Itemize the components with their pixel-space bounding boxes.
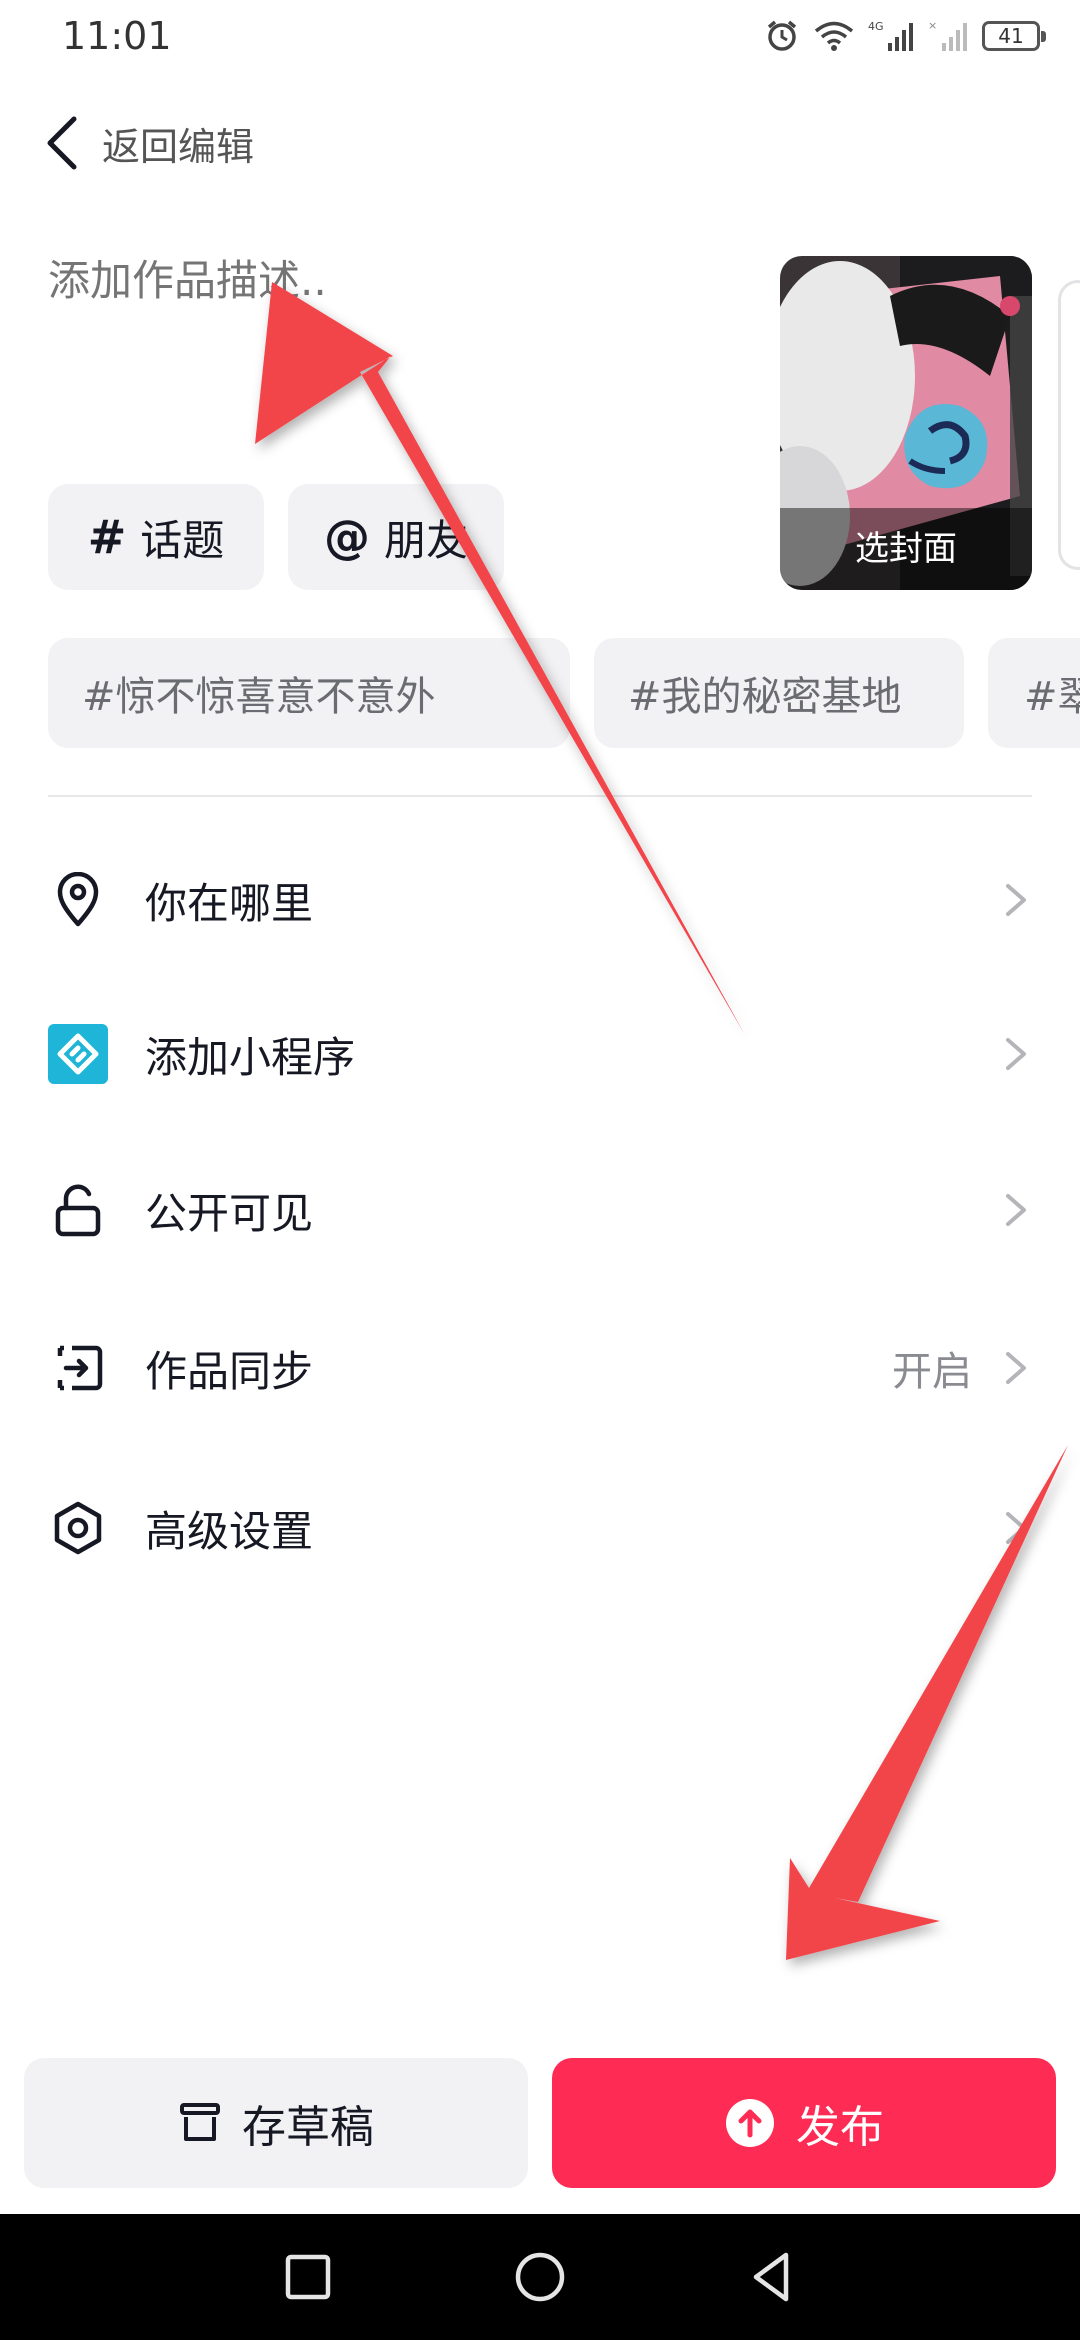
at-icon: @	[323, 510, 370, 564]
tag-suggestion-label: #我的秘密基地	[628, 674, 902, 720]
tag-suggestion-label: #惊不惊喜意不意外	[82, 674, 436, 720]
tag-suggestion-label: #翠	[1024, 674, 1080, 720]
divider	[48, 795, 1032, 797]
menu-item-mini-program[interactable]: 添加小程序	[0, 994, 1080, 1114]
hashtag-icon: #	[87, 510, 127, 564]
location-pin-icon	[48, 870, 108, 930]
menu-item-label: 公开可见	[145, 1188, 314, 1238]
topic-chip-label: 话题	[140, 515, 225, 565]
chevron-right-icon	[1006, 1194, 1026, 1226]
mention-chip[interactable]: @ 朋友	[288, 484, 504, 590]
upload-arrow-icon	[726, 2099, 774, 2147]
chevron-left-icon	[47, 116, 77, 170]
battery-icon: 41	[982, 21, 1046, 51]
sync-icon	[48, 1338, 108, 1398]
home-button[interactable]	[510, 2247, 570, 2307]
status-time: 11:01	[62, 14, 172, 58]
cover-label: 选封面	[780, 508, 1032, 590]
menu-item-label: 作品同步	[145, 1346, 314, 1396]
svg-text:×: ×	[928, 19, 937, 32]
topic-chip[interactable]: # 话题	[48, 484, 264, 590]
tag-suggestion[interactable]: #我的秘密基地	[594, 638, 964, 748]
back-nav-button[interactable]	[742, 2247, 802, 2307]
chevron-right-icon	[1006, 1512, 1026, 1544]
publish-button[interactable]: 发布	[552, 2058, 1056, 2188]
network-type-label: 4G	[868, 20, 884, 33]
status-bar: 11:01 4G × 41	[0, 0, 1080, 76]
save-draft-button[interactable]: 存草稿	[24, 2058, 528, 2188]
mini-program-icon	[48, 1024, 108, 1084]
alarm-icon	[767, 20, 797, 51]
signal-4g-icon: 4G	[868, 20, 913, 51]
wifi-icon	[814, 21, 854, 51]
publish-label: 发布	[796, 2102, 884, 2153]
menu-item-label: 高级设置	[145, 1506, 314, 1556]
chevron-right-icon	[1006, 1038, 1026, 1070]
cover-peek	[1058, 280, 1080, 570]
tag-suggestion[interactable]: #翠	[988, 638, 1080, 748]
chevron-right-icon	[1006, 1352, 1026, 1384]
signal-no-sim-icon: ×	[928, 19, 967, 51]
description-input[interactable]	[48, 256, 748, 305]
menu-item-label: 你在哪里	[145, 878, 314, 928]
tag-suggestion[interactable]: #惊不惊喜意不意外	[48, 638, 570, 748]
sync-status-value: 开启	[892, 1349, 972, 1395]
status-icons: 4G × 41	[764, 18, 1046, 54]
menu-item-sync[interactable]: 作品同步 开启	[0, 1308, 1080, 1428]
cover-selector[interactable]: 选封面	[780, 256, 1032, 590]
mention-chip-label: 朋友	[383, 515, 468, 565]
menu-item-visibility[interactable]: 公开可见	[0, 1150, 1080, 1270]
menu-item-label: 添加小程序	[145, 1032, 356, 1082]
chevron-right-icon	[1006, 884, 1026, 916]
menu-item-location[interactable]: 你在哪里	[0, 840, 1080, 960]
back-label: 返回编辑	[102, 124, 255, 169]
system-nav-bar	[0, 2214, 1080, 2340]
recents-button[interactable]	[278, 2247, 338, 2307]
draft-box-icon	[180, 2103, 220, 2141]
back-button[interactable]: 返回编辑	[44, 110, 254, 176]
save-draft-label: 存草稿	[242, 2102, 374, 2153]
unlock-icon	[48, 1180, 108, 1240]
settings-hexagon-icon	[48, 1498, 108, 1558]
menu-item-advanced-settings[interactable]: 高级设置	[0, 1468, 1080, 1588]
